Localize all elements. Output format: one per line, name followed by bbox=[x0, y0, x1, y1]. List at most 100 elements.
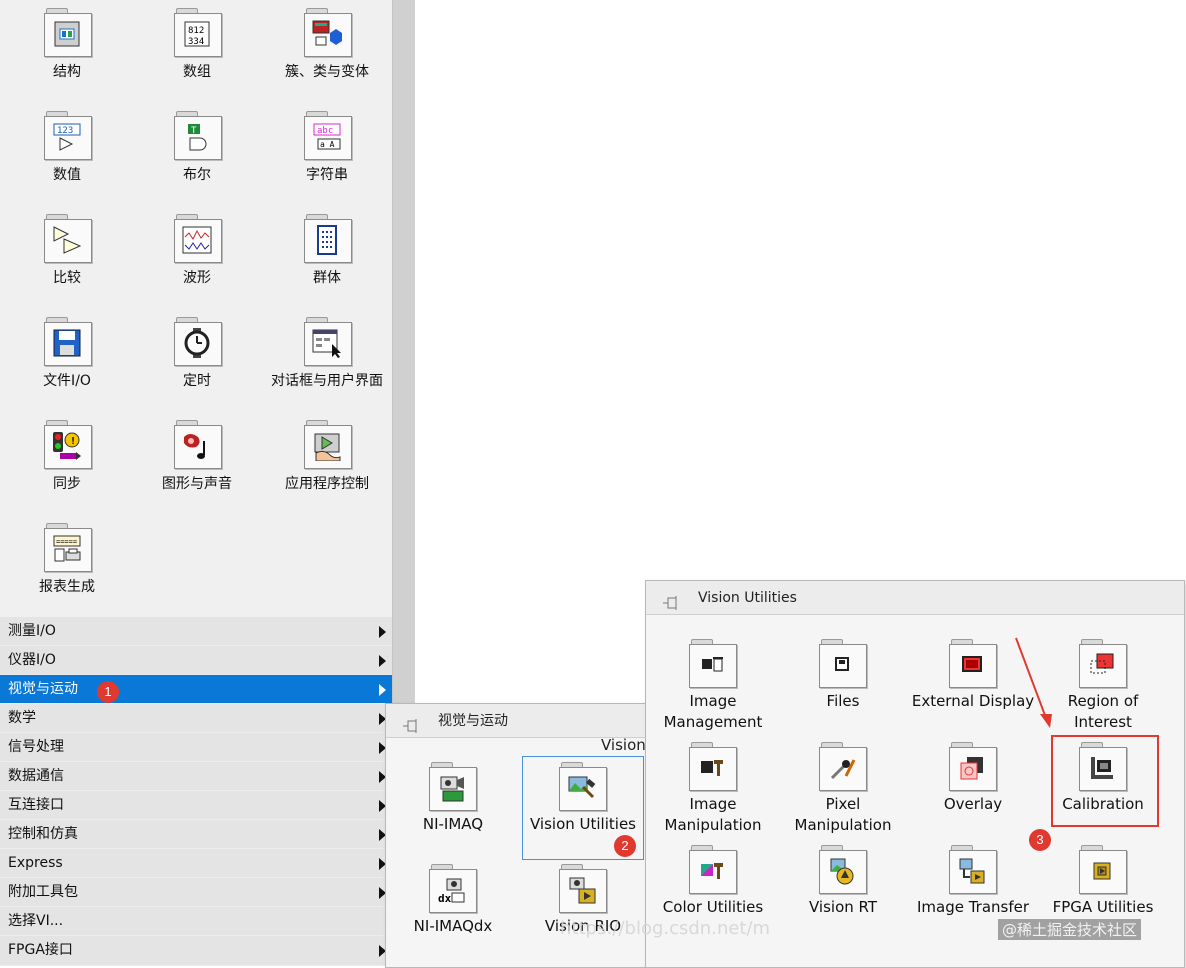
vision-rt-icon bbox=[819, 845, 867, 894]
menu-item-connectivity[interactable]: 互连接口 bbox=[0, 791, 392, 820]
palette-item-waveform[interactable]: 波形 bbox=[132, 206, 262, 306]
palette-item-array[interactable]: 812 334 数组 bbox=[132, 0, 262, 100]
palette-item-vision-rt[interactable]: Vision RT bbox=[778, 845, 908, 949]
palette-item-label: 比较 bbox=[53, 270, 81, 286]
palette-item-label: 文件I/O bbox=[43, 373, 91, 389]
menu-item-label: 信号处理 bbox=[8, 739, 64, 755]
menu-item-data-communication[interactable]: 数据通信 bbox=[0, 762, 392, 791]
palette-item-label: NI-IMAQdx bbox=[413, 917, 493, 935]
palette-item-comparison[interactable]: 比较 bbox=[2, 206, 132, 306]
palette-scrollbar[interactable] bbox=[392, 0, 415, 705]
palette-item-files[interactable]: Files bbox=[778, 639, 908, 743]
menu-item-vision-motion[interactable]: 视觉与运动 bbox=[0, 675, 392, 704]
menu-item-select-vi[interactable]: 选择VI... bbox=[0, 907, 392, 936]
watermark-url: https://blog.csdn.net/m bbox=[560, 918, 771, 939]
step-badge-2: 2 bbox=[614, 835, 636, 857]
region-of-interest-icon bbox=[1079, 639, 1127, 688]
palette-item-label: 数组 bbox=[183, 64, 211, 80]
palette-item-label: 群体 bbox=[313, 270, 341, 286]
ni-imaqdx-icon: dx bbox=[429, 864, 477, 913]
palette-item-label: Files bbox=[826, 692, 860, 710]
panel-title: Vision Utilities bbox=[646, 581, 1184, 615]
palette-item-report-generation[interactable]: ===== 报表生成 bbox=[2, 515, 132, 615]
dialog-ui-icon bbox=[304, 317, 352, 366]
menu-item-signal-processing[interactable]: 信号处理 bbox=[0, 733, 392, 762]
menu-item-label: 选择VI... bbox=[8, 913, 64, 929]
palette-item-label: Overlay bbox=[943, 795, 1003, 813]
image-management-icon bbox=[689, 639, 737, 688]
vision-rio-icon bbox=[559, 864, 607, 913]
menu-item-fpga-interface[interactable]: FPGA接口 bbox=[0, 936, 392, 966]
vision-utilities-panel: Vision Utilities Image Management Files … bbox=[645, 580, 1185, 968]
palette-item-boolean[interactable]: T 布尔 bbox=[132, 103, 262, 203]
palette-item-cluster-group[interactable]: 群体 bbox=[262, 206, 392, 306]
palette-item-structures[interactable]: 结构 bbox=[2, 0, 132, 100]
menu-item-measurement-io[interactable]: 测量I/O bbox=[0, 617, 392, 646]
menu-item-control-simulation[interactable]: 控制和仿真 bbox=[0, 820, 392, 849]
menu-item-addons[interactable]: 附加工具包 bbox=[0, 878, 392, 907]
palette-item-label: 图形与声音 bbox=[162, 476, 232, 492]
palette-item-image-management[interactable]: Image Management bbox=[648, 639, 778, 743]
menu-item-instrument-io[interactable]: 仪器I/O bbox=[0, 646, 392, 675]
graphics-sound-icon bbox=[174, 420, 222, 469]
palette-item-label: 应用程序控制 bbox=[285, 476, 369, 492]
palette-item-file-io[interactable]: 文件I/O bbox=[2, 309, 132, 409]
application-control-icon bbox=[304, 420, 352, 469]
overlay-icon bbox=[949, 742, 997, 791]
menu-item-label: FPGA接口 bbox=[8, 942, 73, 958]
menu-item-label: 视觉与运动 bbox=[8, 681, 78, 697]
menu-item-label: 互连接口 bbox=[8, 797, 64, 813]
watermark-community: @稀土掘金技术社区 bbox=[998, 919, 1142, 940]
ni-imaq-icon bbox=[429, 762, 477, 811]
palette-item-application-control[interactable]: 应用程序控制 bbox=[262, 412, 392, 512]
step-badge-1: 1 bbox=[97, 681, 119, 703]
palette-item-label: Image Transfer bbox=[916, 898, 1030, 916]
palette-item-label: Pixel Manipulation bbox=[794, 795, 892, 834]
menu-item-label: Express bbox=[8, 855, 63, 871]
palette-item-ni-imaqdx[interactable]: dx NI-IMAQdx bbox=[388, 864, 518, 968]
boolean-icon: T bbox=[174, 111, 222, 160]
menu-item-label: 控制和仿真 bbox=[8, 826, 78, 842]
palette-item-label: Image Management bbox=[663, 692, 763, 731]
step-badge-3: 3 bbox=[1029, 829, 1051, 851]
palette-item-numeric[interactable]: 123 数值 bbox=[2, 103, 132, 203]
palette-item-vision-rio[interactable]: Vision RIO bbox=[518, 864, 648, 968]
waveform-icon bbox=[174, 214, 222, 263]
palette-item-synchronization[interactable]: ! 同步 bbox=[2, 412, 132, 512]
external-display-icon bbox=[949, 639, 997, 688]
pin-icon[interactable] bbox=[402, 713, 420, 733]
menu-item-express[interactable]: Express bbox=[0, 849, 392, 878]
color-utilities-icon bbox=[689, 845, 737, 894]
menu-item-mathematics[interactable]: 数学 bbox=[0, 704, 392, 733]
palette-item-string[interactable]: abc a A 字符串 bbox=[262, 103, 392, 203]
palette-item-label: 定时 bbox=[183, 373, 211, 389]
palette-item-graphics-sound[interactable]: 图形与声音 bbox=[132, 412, 262, 512]
fpga-utilities-icon bbox=[1079, 845, 1127, 894]
svg-text:dx: dx bbox=[438, 892, 452, 905]
palette-item-cluster-class-variant[interactable]: 簇、类与变体 bbox=[262, 0, 392, 100]
pixel-manipulation-icon bbox=[819, 742, 867, 791]
palette-item-label: 字符串 bbox=[306, 167, 348, 183]
palette-item-ni-imaq[interactable]: NI-IMAQ bbox=[388, 762, 518, 866]
palette-item-label: 对话框与用户界面 bbox=[271, 373, 383, 389]
partial-label: Vision bbox=[601, 736, 646, 754]
palette-item-image-manipulation[interactable]: Image Manipulation bbox=[648, 742, 778, 846]
palette-item-dialog-ui[interactable]: 对话框与用户界面 bbox=[262, 309, 392, 409]
panel-title-text: Vision Utilities bbox=[698, 590, 797, 606]
svg-text:123: 123 bbox=[57, 126, 73, 136]
svg-text:abc: abc bbox=[317, 126, 333, 136]
palette-item-timing[interactable]: 定时 bbox=[132, 309, 262, 409]
pin-icon[interactable] bbox=[662, 590, 680, 610]
report-generation-icon: ===== bbox=[44, 523, 92, 572]
palette-item-pixel-manipulation[interactable]: Pixel Manipulation bbox=[778, 742, 908, 846]
submenu-arrow-icon bbox=[379, 684, 386, 696]
functions-palette: 结构 812334 数组 簇、类与变体 123 数值 T 布尔 abc a A bbox=[0, 0, 392, 966]
palette-item-label: Vision RT bbox=[808, 898, 878, 916]
calibration-highlight bbox=[1051, 735, 1159, 827]
palette-item-label: 波形 bbox=[183, 270, 211, 286]
palette-item-overlay[interactable]: Overlay bbox=[908, 742, 1038, 846]
svg-text:334: 334 bbox=[188, 37, 204, 47]
comparison-icon bbox=[44, 214, 92, 263]
menu-item-label: 附加工具包 bbox=[8, 884, 78, 900]
palette-item-label: Image Manipulation bbox=[664, 795, 762, 834]
